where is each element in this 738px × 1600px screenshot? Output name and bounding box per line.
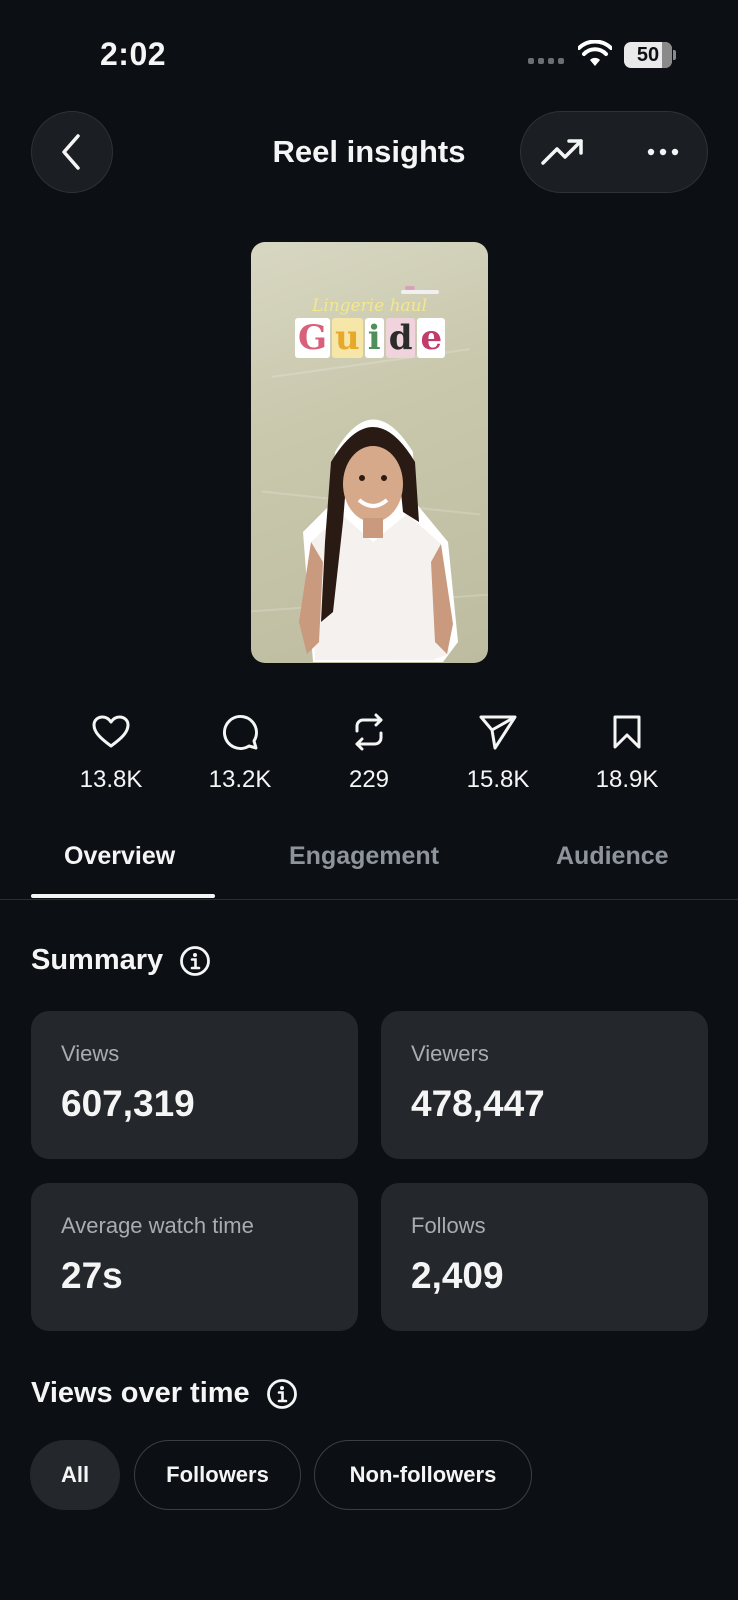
overlay-letter: u — [332, 318, 363, 358]
card-label: Follows — [411, 1213, 486, 1238]
stat-value: 15.8K — [466, 766, 530, 793]
status-bar: 2:02 50 — [0, 0, 738, 100]
stat-likes: 13.8K — [51, 710, 171, 794]
summary-card-average-watch-time: Average watch time 27s — [31, 1183, 358, 1331]
overlay-letter: G — [295, 318, 331, 358]
stat-reposts: 229 — [309, 710, 429, 794]
stat-value: 13.8K — [79, 766, 143, 793]
bookmark-icon — [613, 715, 641, 749]
share-icon — [479, 715, 517, 750]
card-value: 27s — [61, 1255, 123, 1296]
overlay-letter: e — [417, 318, 446, 358]
stat-value: 18.9K — [595, 766, 659, 793]
summary-card-views: Views 607,319 — [31, 1011, 358, 1159]
repost-icon — [355, 713, 383, 751]
card-label: Viewers — [411, 1041, 489, 1066]
cellular-signal-icon — [528, 58, 564, 64]
battery-level: 50 — [636, 43, 660, 66]
tab-audience[interactable]: Audience — [556, 842, 669, 871]
overlay-letter: i — [364, 318, 384, 358]
stat-saves: 18.9K — [567, 710, 687, 794]
card-label: Average watch time — [61, 1213, 254, 1238]
header-actions — [520, 111, 708, 193]
views-over-time-title: Views over time — [31, 1377, 250, 1409]
status-time: 2:02 — [100, 36, 167, 72]
info-icon[interactable] — [179, 945, 211, 977]
filter-chip-all[interactable]: All — [30, 1440, 120, 1510]
heart-icon — [92, 715, 130, 748]
stat-shares: 15.8K — [438, 710, 558, 794]
filter-chip-followers[interactable]: Followers — [134, 1440, 301, 1510]
more-options-button[interactable] — [641, 132, 685, 172]
overlay-letter: d — [385, 318, 416, 358]
wifi-icon — [578, 40, 612, 66]
trending-up-icon — [541, 139, 583, 165]
stat-comments: 13.2K — [180, 710, 300, 794]
card-value: 607,319 — [61, 1083, 195, 1124]
info-icon[interactable] — [266, 1378, 298, 1410]
card-value: 478,447 — [411, 1083, 545, 1124]
stat-value: 229 — [348, 766, 390, 793]
summary-title: Summary — [31, 944, 164, 976]
person-photo — [299, 419, 458, 662]
active-tab-indicator — [31, 894, 215, 898]
card-value: 2,409 — [411, 1255, 504, 1296]
reel-overlay-script: Lingerie haul — [311, 296, 428, 316]
trending-button[interactable] — [541, 132, 585, 172]
views-over-time-header: Views over time — [31, 1377, 298, 1410]
summary-card-viewers: Viewers 478,447 — [381, 1011, 708, 1159]
stat-value: 13.2K — [208, 766, 272, 793]
more-horizontal-icon — [647, 148, 679, 156]
reel-overlay-title: G u i d e — [295, 318, 446, 358]
reel-thumbnail[interactable]: Lingerie haul G u i d e — [251, 242, 488, 663]
insights-tabs: Overview Engagement Audience — [0, 820, 738, 900]
tab-engagement[interactable]: Engagement — [289, 842, 439, 871]
tab-overview[interactable]: Overview — [64, 842, 175, 871]
battery-icon: 50 — [624, 42, 676, 68]
filter-chip-non-followers[interactable]: Non-followers — [314, 1440, 532, 1510]
card-label: Views — [61, 1041, 120, 1066]
story-progress-bar — [401, 286, 439, 294]
comment-icon — [223, 715, 258, 750]
summary-card-follows: Follows 2,409 — [381, 1183, 708, 1331]
summary-header: Summary — [31, 944, 211, 977]
